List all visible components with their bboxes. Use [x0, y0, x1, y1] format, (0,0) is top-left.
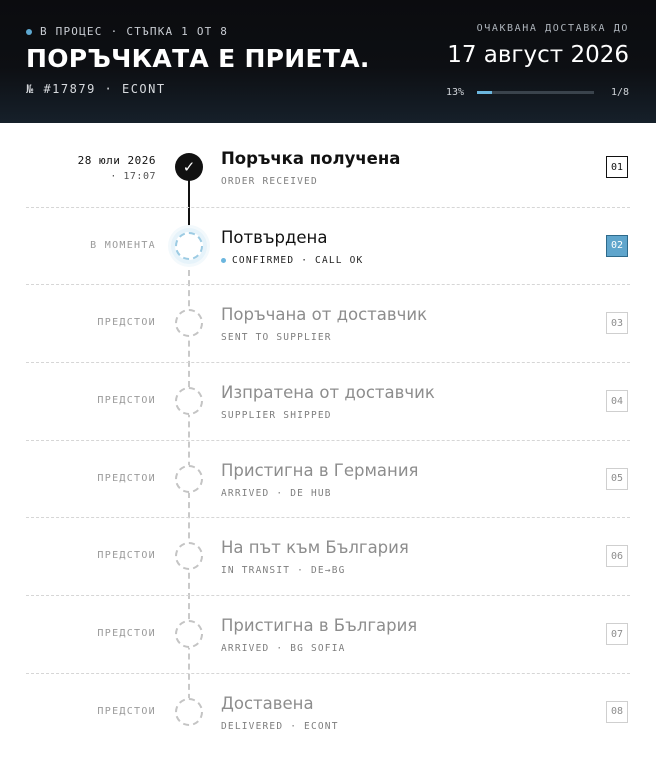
current-step-ring-icon [175, 231, 203, 260]
pending-step-circle-icon [175, 309, 203, 338]
progress-percent: 13% [446, 87, 465, 98]
step-title: Пристигна в Германия [221, 460, 419, 480]
progress-count: 1/8 [610, 87, 629, 98]
pending-step-circle-icon [175, 387, 203, 416]
step-subtitle: DELIVERED · ECONT [221, 720, 339, 732]
step-label: СТЪПКА 1 ОТ 8 [126, 25, 229, 38]
carrier-name: ECONT [121, 82, 166, 96]
step-title: Потвърдена [221, 227, 328, 247]
step-time: ПРЕДСТОИ [97, 705, 156, 717]
eta-label: ОЧАКВАНА ДОСТАВКА ДО [476, 23, 629, 34]
progress-bar [477, 91, 594, 94]
step-number-badge: 04 [606, 390, 628, 413]
eta-date: 17 август 2026 [447, 42, 629, 68]
step-time: 28 юли 2026 · 17:07 [77, 154, 156, 182]
step-title: Поръчана от доставчик [221, 305, 428, 325]
order-meta: № #17879 · ECONT [26, 82, 166, 96]
step-number-badge: 01 [606, 156, 628, 178]
order-number: № #17879 [26, 82, 96, 96]
status-dot-icon [26, 28, 32, 35]
timeline-step-arrived-bulgaria: ПРЕДСТОИ Пристигна в България ARRIVED · … [26, 595, 630, 673]
step-time: ПРЕДСТОИ [97, 550, 156, 562]
step-title: Пристигна в България [221, 616, 418, 636]
timeline-step-delivered: ПРЕДСТОИ Доставена DELIVERED · ECONT 08 [26, 672, 630, 751]
step-title: Изпратена от доставчик [221, 383, 435, 403]
pending-step-circle-icon [175, 697, 203, 726]
step-time: ПРЕДСТОИ [97, 395, 156, 407]
step-title: На път към България [221, 538, 409, 558]
status-line: В ПРОЦЕС · СТЪПКА 1 ОТ 8 [26, 25, 228, 38]
timeline-step-in-transit: ПРЕДСТОИ На път към България IN TRANSIT … [26, 517, 630, 595]
page-title: ПОРЪЧКАТА Е ПРИЕТА. [26, 44, 370, 73]
step-number-badge: 06 [606, 545, 628, 568]
status-text: В ПРОЦЕС [40, 25, 103, 38]
step-number-badge: 05 [606, 467, 628, 490]
step-number-badge: 07 [606, 623, 628, 646]
timeline-step-supplier-shipped: ПРЕДСТОИ Изпратена от доставчик SUPPLIER… [26, 362, 630, 440]
step-subtitle: ARRIVED · DE HUB [221, 487, 332, 499]
timeline-step-arrived-germany: ПРЕДСТОИ Пристигна в Германия ARRIVED · … [26, 439, 630, 518]
step-subtitle: SENT TO SUPPLIER [221, 332, 332, 344]
order-header: В ПРОЦЕС · СТЪПКА 1 ОТ 8 ПОРЪЧКАТА Е ПРИ… [0, 0, 656, 123]
step-time: ПРЕДСТОИ [97, 472, 156, 484]
timeline-step-received: 28 юли 2026 · 17:07 ✓ Поръчка получена O… [26, 129, 630, 207]
active-dot-icon [221, 257, 226, 263]
step-title: Доставена [221, 693, 314, 713]
timeline-step-sent-to-supplier: ПРЕДСТОИ Поръчана от доставчик SENT TO S… [26, 284, 630, 362]
step-title: Поръчка получена [221, 149, 401, 168]
pending-step-circle-icon [175, 620, 203, 649]
timeline-step-confirmed: В МОМЕНТА Потвърдена CONFIRMED · CALL OK… [26, 206, 630, 285]
step-time: ПРЕДСТОИ [97, 628, 156, 640]
pending-step-circle-icon [175, 464, 203, 493]
step-number-badge: 08 [606, 700, 628, 723]
step-time: ПРЕДСТОИ [97, 317, 156, 329]
step-time: В МОМЕНТА [90, 239, 156, 251]
step-subtitle: CONFIRMED · CALL OK [221, 255, 363, 266]
step-number-badge: 03 [606, 312, 628, 335]
pending-step-circle-icon [175, 542, 203, 571]
progress-bar-fill [477, 91, 493, 94]
order-timeline: 28 юли 2026 · 17:07 ✓ Поръчка получена O… [26, 129, 630, 751]
check-icon: ✓ [175, 153, 203, 181]
step-number-badge: 02 [606, 234, 628, 257]
step-subtitle: ORDER RECEIVED [221, 176, 318, 187]
step-subtitle: ARRIVED · BG SOFIA [221, 643, 346, 655]
step-subtitle: IN TRANSIT · DE→BG [221, 565, 346, 577]
step-subtitle: SUPPLIER SHIPPED [221, 410, 332, 422]
